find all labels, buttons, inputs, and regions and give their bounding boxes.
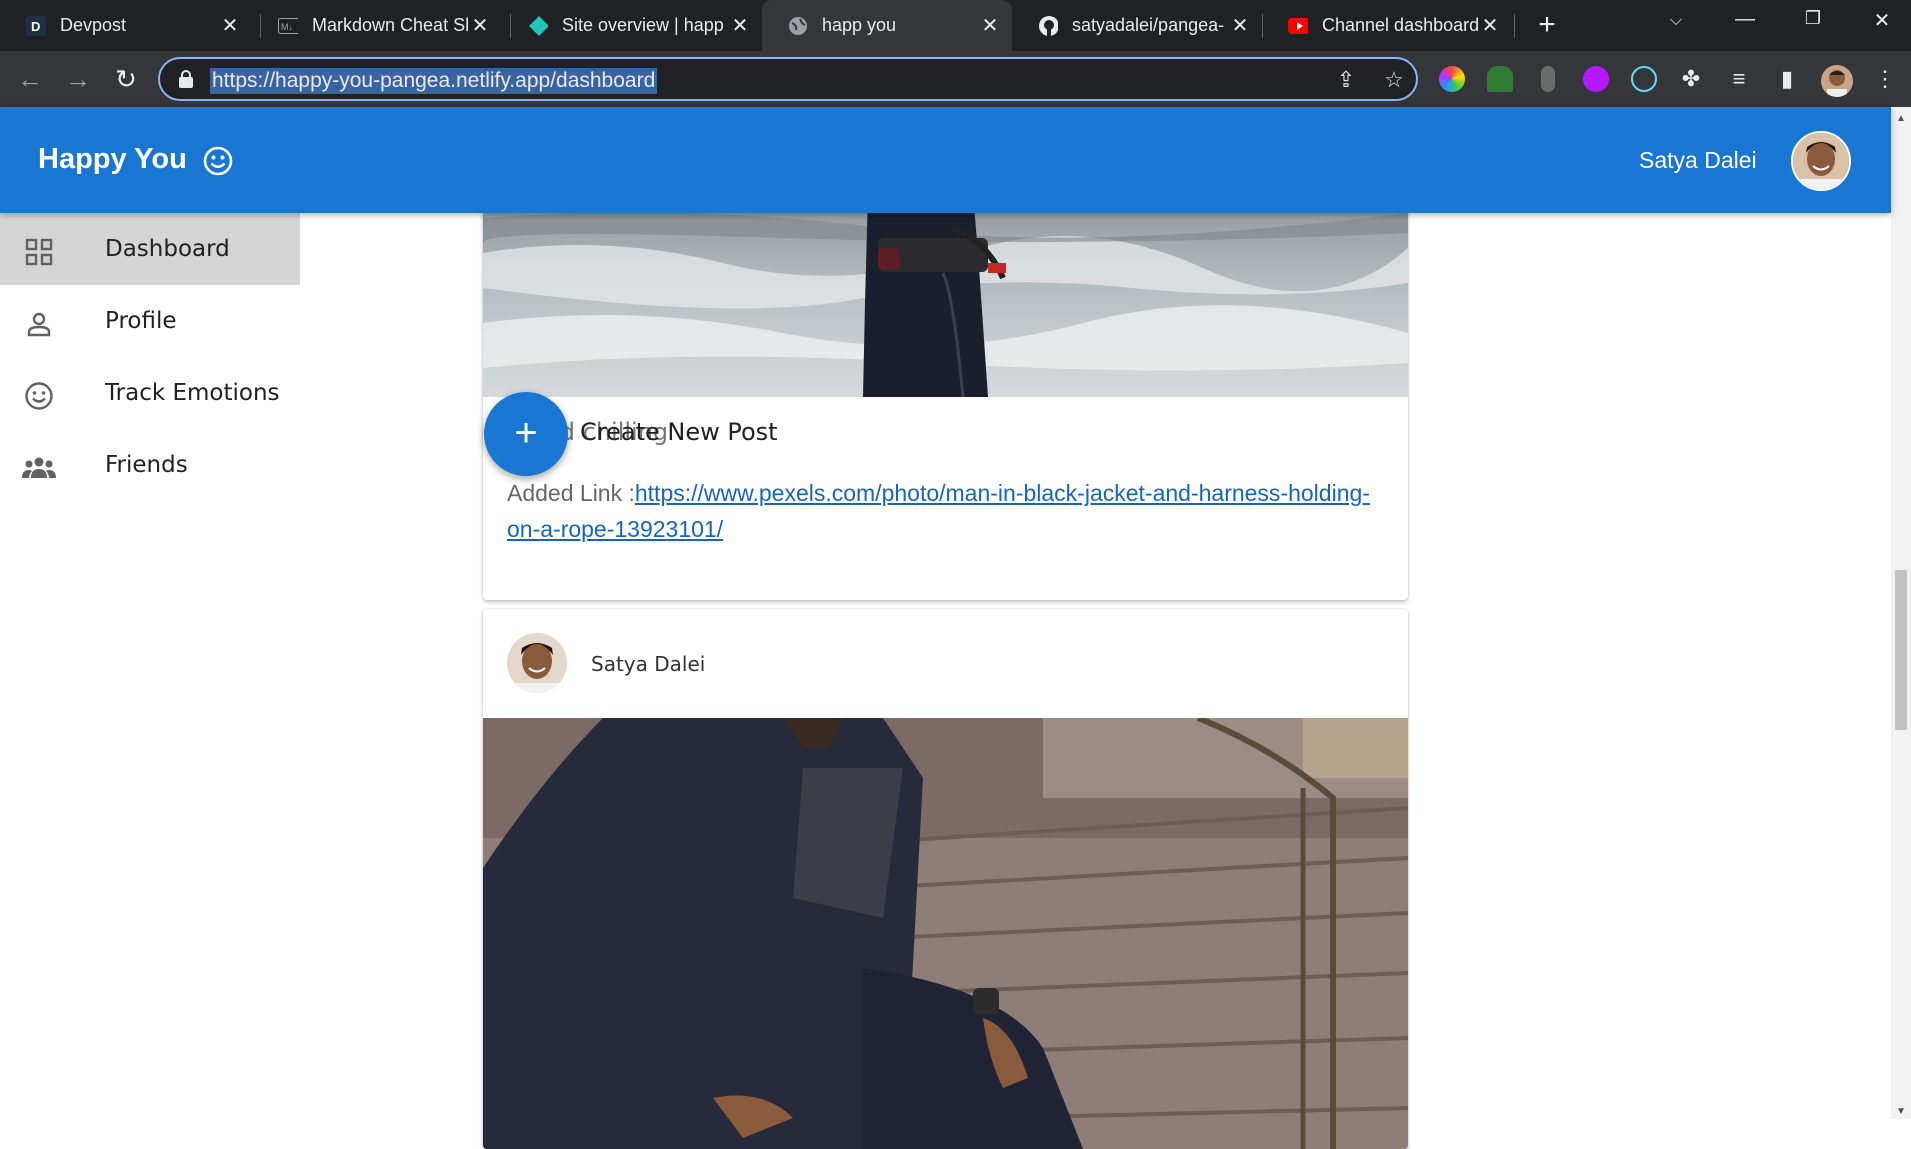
sidebar-item-label: Profile [105, 308, 177, 334]
sidebar-item-label: Dashboard [105, 236, 230, 262]
svg-text:M↓: M↓ [281, 22, 293, 32]
tab-title: happ you [822, 15, 897, 35]
sidebar-nav: Dashboard Profile Track Emotions Friends [0, 213, 300, 501]
globe-icon [788, 16, 808, 36]
post-author-name[interactable]: Satya Dalei [591, 652, 705, 676]
tab-title: Markdown Cheat Sheet [312, 15, 468, 35]
app-brand-title[interactable]: Happy You [38, 143, 187, 176]
close-tab-icon[interactable]: ✕ [978, 13, 1002, 38]
lock-icon [179, 70, 193, 88]
post-link[interactable]: https://www.pexels.com/photo/man-in-blac… [507, 480, 1370, 542]
close-tab-icon[interactable]: ✕ [218, 13, 242, 38]
back-arrow-icon[interactable]: ← [14, 63, 46, 95]
tab-title: Channel dashboard [1322, 15, 1478, 35]
reload-icon[interactable]: ↻ [110, 63, 142, 95]
post-image-stairs[interactable] [483, 718, 1408, 1149]
group-icon [22, 457, 56, 478]
minimize-window-button[interactable]: — [1725, 8, 1765, 31]
close-tab-icon[interactable]: ✕ [468, 13, 492, 38]
restore-window-button[interactable]: ❐ [1793, 8, 1833, 29]
tab-title: Devpost [60, 15, 127, 35]
sidebar-item-dashboard[interactable]: Dashboard [0, 213, 300, 285]
github-icon [1038, 15, 1058, 36]
sidebar-item-label: Friends [105, 452, 188, 478]
smiley-icon [25, 382, 53, 410]
close-tab-icon[interactable]: ✕ [728, 13, 752, 38]
share-icon[interactable]: ⇪ [1334, 68, 1358, 92]
post-image-sea-harness[interactable] [483, 193, 1408, 397]
react-devtools-icon[interactable] [1631, 66, 1657, 92]
tab-markdown[interactable]: M↓ Markdown Cheat Sheet ✕ [252, 0, 502, 51]
netlify-icon [528, 15, 548, 36]
markdown-icon: M↓ [278, 16, 298, 36]
sidebar-item-profile[interactable]: Profile [0, 285, 300, 357]
dashboard-icon [25, 238, 53, 266]
side-panel-icon[interactable]: ▮ [1771, 63, 1803, 95]
browser-toolbar: ← → ↻ https://happy-you-pangea.netlify.a… [0, 51, 1911, 107]
media-control-icon[interactable]: ≡ [1723, 63, 1755, 95]
svg-text:D: D [31, 19, 40, 34]
tab-happ-you[interactable]: happ you ✕ [762, 0, 1012, 51]
added-link-label: Added Link : [507, 480, 635, 506]
youtube-icon [1288, 16, 1308, 36]
scrollbar-thumb[interactable] [1895, 570, 1907, 730]
close-tab-icon[interactable]: ✕ [1478, 13, 1502, 38]
create-new-post-label[interactable]: Create New Post [580, 418, 778, 446]
smiley-icon [203, 146, 233, 176]
url-text[interactable]: https://happy-you-pangea.netlify.app/das… [210, 68, 658, 94]
sidebar-item-friends[interactable]: Friends [0, 429, 300, 501]
post-card: Satya Dalei [483, 609, 1408, 1149]
tab-devpost[interactable]: D Devpost ✕ [0, 0, 252, 51]
tab-youtube[interactable]: Channel dashboard ✕ [1262, 0, 1512, 51]
post-link-row: Added Link :https://www.pexels.com/photo… [507, 475, 1387, 547]
color-picker-extension-icon[interactable] [1439, 66, 1465, 92]
mouse-extension-icon[interactable] [1541, 66, 1555, 92]
bookmark-star-icon[interactable]: ☆ [1382, 68, 1406, 92]
app-header: Happy You Satya Dalei [0, 107, 1891, 213]
browser-menu-icon[interactable]: ⋮ [1869, 63, 1901, 95]
header-user-name[interactable]: Satya Dalei [1639, 147, 1757, 174]
browser-profile-avatar[interactable] [1821, 65, 1853, 97]
post-card: g and chilling Added Link :https://www.p… [483, 193, 1408, 600]
header-user-avatar[interactable] [1791, 131, 1851, 191]
tab-title: Site overview | happ [562, 15, 724, 35]
page-scrollbar[interactable]: ▲ ▼ [1891, 107, 1911, 1119]
scroll-down-arrow-icon[interactable]: ▼ [1895, 1106, 1907, 1117]
tree-extension-icon[interactable] [1487, 66, 1513, 92]
extensions-puzzle-icon[interactable]: ✤ [1675, 63, 1707, 95]
person-icon [27, 312, 51, 337]
tab-title: satyadalei/pangea- [1072, 15, 1225, 35]
close-tab-icon[interactable]: ✕ [1228, 13, 1252, 38]
sidebar-item-track-emotions[interactable]: Track Emotions [0, 357, 300, 429]
tab-netlify[interactable]: Site overview | happ ✕ [502, 0, 762, 51]
address-bar[interactable]: https://happy-you-pangea.netlify.app/das… [158, 57, 1418, 101]
sidebar-item-label: Track Emotions [105, 380, 280, 406]
scroll-up-arrow-icon[interactable]: ▲ [1895, 113, 1907, 124]
tab-github[interactable]: satyadalei/pangea- ✕ [1012, 0, 1262, 51]
close-window-button[interactable]: ✕ [1862, 8, 1902, 33]
purple-extension-icon[interactable] [1583, 66, 1609, 92]
tab-search-chevron-icon[interactable]: ⌵ [1656, 12, 1696, 30]
browser-tab-bar: D Devpost ✕ M↓ Markdown Cheat Sheet ✕ Si… [0, 0, 1911, 51]
devpost-icon: D [26, 15, 46, 36]
post-author-avatar[interactable] [507, 633, 567, 693]
create-new-post-button[interactable]: + [484, 392, 568, 476]
new-tab-button[interactable]: + [1531, 10, 1563, 42]
forward-arrow-icon[interactable]: → [62, 63, 94, 95]
